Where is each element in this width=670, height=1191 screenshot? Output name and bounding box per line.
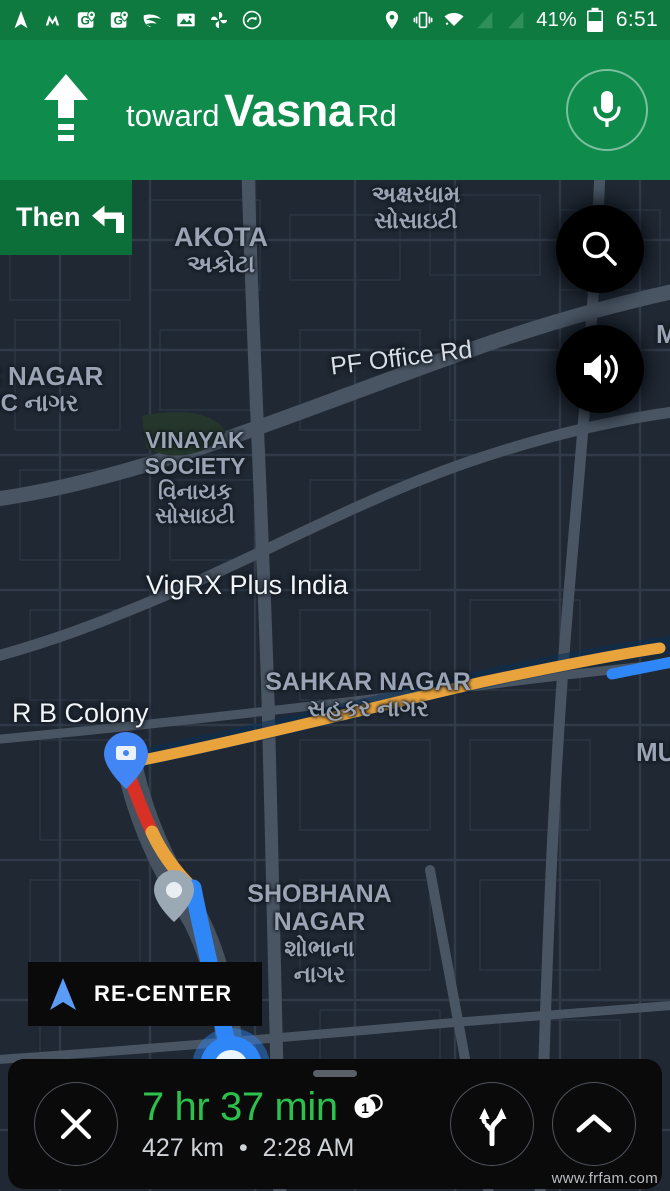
map-canvas[interactable]: અક્ષરધામ સોસાઇટી AKOTA અકોટા C NAGAR OC … — [0, 180, 670, 1191]
map-vector-graphics — [0, 180, 670, 1191]
chevron-up-icon — [576, 1114, 612, 1133]
then-label: Then — [16, 202, 81, 232]
instruction-text: toward Vasna Rd — [96, 88, 566, 133]
status-bar-notification-icons: G G — [10, 9, 263, 31]
circular-arrow-icon — [242, 10, 262, 30]
swoosh-icon — [143, 14, 162, 28]
battery-percent-label: 41% — [536, 8, 577, 31]
eta-separator: • — [238, 1134, 248, 1162]
location-pin-icon — [386, 11, 399, 29]
search-fab[interactable] — [556, 205, 644, 293]
end-navigation-button[interactable] — [34, 1082, 118, 1166]
search-icon — [582, 231, 617, 266]
navigation-screen: G G 41% 6:51 toward Vasna Rd અક્ષરધામ સો… — [0, 0, 670, 1191]
maps-pin-notification-icon: G — [77, 10, 96, 28]
traffic-badge-icon: 1 — [354, 1093, 383, 1118]
eta-duration-label: 7 hr 37 min — [142, 1085, 338, 1129]
maps-pin-notification-icon: G — [110, 10, 129, 28]
recenter-button[interactable]: RE-CENTER — [28, 962, 263, 1026]
navigation-arrow-icon — [50, 978, 76, 1010]
site-watermark: www.frfam.com — [551, 1170, 658, 1187]
photo-icon — [177, 13, 195, 27]
instruction-street-name: Vasna — [224, 84, 353, 136]
alternate-routes-icon — [479, 1108, 507, 1146]
eta-distance-arrival: 427 km • 2:28 AM — [142, 1134, 440, 1163]
battery-icon — [586, 7, 603, 32]
pinwheel-photos-icon — [210, 11, 228, 29]
turn-left-arrow-icon — [91, 205, 124, 233]
alternate-routes-button[interactable] — [450, 1082, 534, 1166]
m-logo-icon — [45, 15, 60, 26]
mic-icon — [593, 91, 621, 127]
traffic-badge-count: 1 — [361, 1100, 369, 1116]
volume-fab[interactable] — [556, 325, 644, 413]
instruction-prefix: toward — [126, 97, 220, 133]
sheet-drag-handle[interactable] — [313, 1070, 357, 1077]
clock-label: 6:51 — [615, 8, 658, 31]
eta-arrival-label: 2:28 AM — [262, 1134, 355, 1162]
wifi-icon — [444, 12, 464, 27]
then-maneuver-banner: Then — [0, 180, 132, 255]
navigation-instruction-header: toward Vasna Rd — [0, 40, 670, 180]
eta-distance-label: 427 km — [142, 1134, 224, 1162]
status-bar-system-icons: 41% 6:51 — [381, 7, 658, 33]
voice-search-button[interactable] — [566, 69, 648, 151]
recenter-label: RE-CENTER — [94, 981, 233, 1006]
sheet-action-buttons — [450, 1082, 636, 1166]
expand-sheet-button[interactable] — [552, 1082, 636, 1166]
signal-empty-icon — [508, 11, 524, 29]
continue-straight-arrow-icon — [44, 74, 88, 141]
close-x-icon — [60, 1108, 92, 1140]
volume-on-icon — [584, 354, 618, 384]
eta-summary[interactable]: 7 hr 37 min 1 427 km • 2:28 AM — [118, 1085, 450, 1163]
signal-empty-icon — [477, 11, 493, 29]
status-bar: G G 41% 6:51 — [0, 0, 670, 40]
instruction-suffix: Rd — [357, 97, 397, 133]
vibrate-icon — [413, 11, 433, 29]
navigation-arrow-icon — [14, 10, 28, 29]
